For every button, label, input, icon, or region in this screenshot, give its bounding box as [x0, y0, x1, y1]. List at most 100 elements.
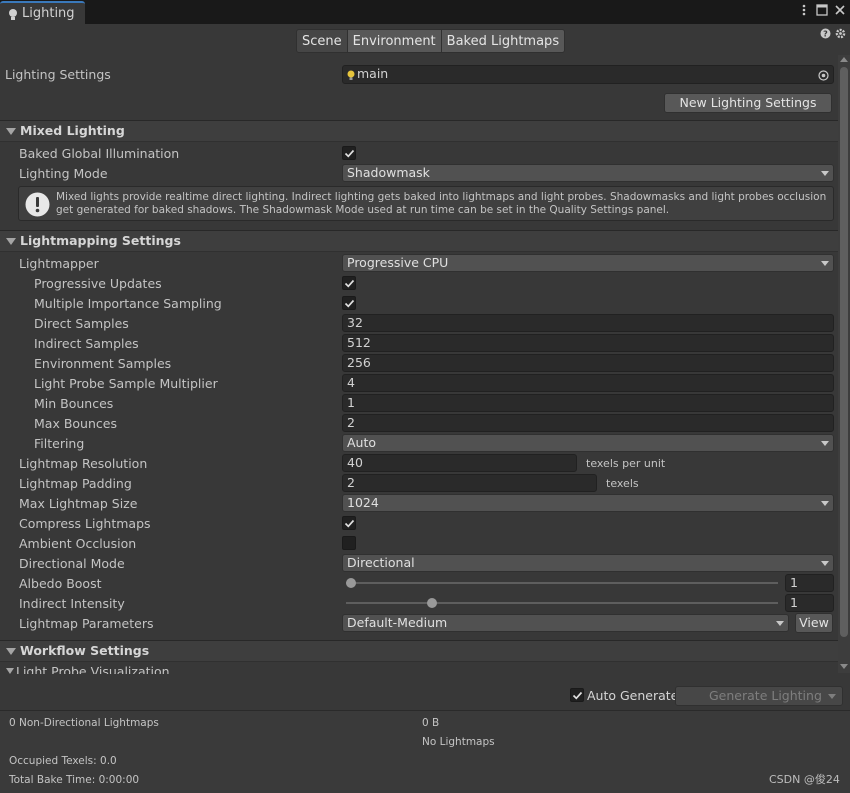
- params-value: Default-Medium: [347, 615, 448, 630]
- probe-mult-input[interactable]: 4: [342, 374, 834, 392]
- max-size-dropdown[interactable]: 1024: [342, 494, 834, 512]
- scroll-down-icon[interactable]: [840, 664, 848, 669]
- max-bounces-input[interactable]: 2: [342, 414, 834, 432]
- chevron-down-icon: [776, 621, 784, 626]
- albedo-slider-track[interactable]: [346, 582, 778, 584]
- tab-environment[interactable]: Environment: [347, 29, 442, 53]
- probe-vis-row-clipped: Light Probe Visualization: [0, 662, 838, 674]
- directional-label: Directional Mode: [19, 556, 125, 571]
- auto-generate-label: Auto Generate: [587, 688, 679, 703]
- non-directional-count: 0 Non-Directional Lightmaps: [9, 717, 159, 729]
- indirect-intensity-slider-track[interactable]: [346, 602, 778, 604]
- progressive-updates-checkbox[interactable]: [342, 276, 356, 290]
- albedo-slider-knob[interactable]: [346, 578, 356, 588]
- mis-checkbox[interactable]: [342, 296, 356, 310]
- lighting-settings-field[interactable]: main: [342, 65, 834, 84]
- indirect-samples-label: Indirect Samples: [34, 336, 139, 351]
- help-icon[interactable]: ?: [820, 28, 831, 39]
- section-mixed-lighting[interactable]: Mixed Lighting: [0, 120, 838, 142]
- new-lighting-settings-button[interactable]: New Lighting Settings: [664, 93, 832, 113]
- padding-unit: texels: [606, 477, 639, 490]
- probe-vis-label[interactable]: Light Probe Visualization: [16, 664, 170, 674]
- info-text: Mixed lights provide realtime direct lig…: [56, 191, 827, 216]
- scrollbar-thumb[interactable]: [840, 67, 848, 637]
- no-lightmaps-text: No Lightmaps: [422, 736, 495, 748]
- directional-dropdown[interactable]: Directional: [342, 554, 834, 572]
- window-tab-lighting[interactable]: Lighting: [0, 1, 85, 24]
- generate-lighting-button[interactable]: Generate Lighting: [675, 686, 843, 706]
- lightbulb-asset-icon: [346, 69, 356, 85]
- max-size-value: 1024: [347, 495, 379, 510]
- lightmapper-label: Lightmapper: [19, 256, 99, 271]
- compress-label: Compress Lightmaps: [19, 516, 151, 531]
- indirect-samples-input[interactable]: 512: [342, 334, 834, 352]
- directional-value: Directional: [347, 555, 415, 570]
- maximize-icon[interactable]: [816, 4, 828, 16]
- foldout-triangle-icon: [6, 128, 16, 135]
- section-title: Lightmapping Settings: [20, 233, 181, 248]
- lighting-mode-dropdown[interactable]: Shadowmask: [342, 164, 834, 182]
- indirect-intensity-slider-knob[interactable]: [427, 598, 438, 608]
- foldout-triangle-icon: [6, 648, 16, 655]
- close-icon[interactable]: [834, 4, 846, 16]
- probe-mult-label: Light Probe Sample Multiplier: [34, 376, 218, 391]
- settings-gear-icon[interactable]: [835, 28, 846, 39]
- lighting-tabs: Scene Environment Baked Lightmaps: [296, 29, 566, 53]
- generate-lighting-label: Generate Lighting: [709, 688, 822, 703]
- indirect-intensity-input[interactable]: 1: [785, 594, 834, 612]
- scroll-up-icon[interactable]: [840, 57, 848, 62]
- ao-label: Ambient Occlusion: [19, 536, 137, 551]
- indirect-intensity-label: Indirect Intensity: [19, 596, 125, 611]
- params-dropdown[interactable]: Default-Medium: [342, 614, 789, 632]
- foldout-triangle-icon: [6, 668, 14, 674]
- baked-gi-checkbox[interactable]: [342, 146, 356, 160]
- direct-samples-label: Direct Samples: [34, 316, 129, 331]
- padding-input[interactable]: 2: [342, 474, 597, 492]
- lightbulb-icon: [7, 8, 19, 21]
- lightmapper-value: Progressive CPU: [347, 255, 449, 270]
- tab-baked-lightmaps[interactable]: Baked Lightmaps: [441, 29, 566, 53]
- resolution-input[interactable]: 40: [342, 454, 577, 472]
- min-bounces-input[interactable]: 1: [342, 394, 834, 412]
- albedo-label: Albedo Boost: [19, 576, 102, 591]
- filtering-dropdown[interactable]: Auto: [342, 434, 834, 452]
- albedo-input[interactable]: 1: [785, 574, 834, 592]
- mixed-lighting-info-box: Mixed lights provide realtime direct lig…: [18, 186, 834, 221]
- section-title: Workflow Settings: [20, 643, 150, 658]
- view-params-button[interactable]: View: [795, 613, 833, 633]
- window-title: Lighting: [22, 6, 75, 21]
- lighting-mode-value: Shadowmask: [347, 165, 430, 180]
- max-size-label: Max Lightmap Size: [19, 496, 138, 511]
- section-lightmapping-settings[interactable]: Lightmapping Settings: [0, 230, 838, 252]
- env-samples-label: Environment Samples: [34, 356, 172, 371]
- lighting-mode-label: Lighting Mode: [19, 166, 108, 181]
- lightmapper-dropdown[interactable]: Progressive CPU: [342, 254, 834, 272]
- window-titlebar: Lighting: [0, 0, 850, 24]
- params-label: Lightmap Parameters: [19, 616, 154, 631]
- filtering-value: Auto: [347, 435, 377, 450]
- svg-text:?: ?: [823, 30, 828, 39]
- more-options-icon[interactable]: [798, 4, 810, 16]
- direct-samples-input[interactable]: 32: [342, 314, 834, 332]
- tab-scene[interactable]: Scene: [296, 29, 348, 53]
- min-bounces-label: Min Bounces: [34, 396, 114, 411]
- env-samples-input[interactable]: 256: [342, 354, 834, 372]
- lighting-settings-value: main: [357, 66, 389, 81]
- mis-label: Multiple Importance Sampling: [34, 296, 222, 311]
- section-workflow-settings[interactable]: Workflow Settings: [0, 640, 838, 662]
- occupied-texels: Occupied Texels: 0.0: [9, 755, 117, 767]
- compress-checkbox[interactable]: [342, 516, 356, 530]
- resolution-unit: texels per unit: [586, 457, 666, 470]
- foldout-triangle-icon: [6, 238, 16, 245]
- chevron-down-icon: [821, 441, 829, 446]
- auto-generate-checkbox[interactable]: [570, 688, 584, 702]
- padding-label: Lightmap Padding: [19, 476, 132, 491]
- vertical-scrollbar[interactable]: [838, 55, 850, 673]
- resolution-label: Lightmap Resolution: [19, 456, 148, 471]
- chevron-down-icon: [821, 561, 829, 566]
- object-picker-icon[interactable]: [818, 69, 829, 85]
- chevron-down-icon: [821, 501, 829, 506]
- ao-checkbox[interactable]: [342, 536, 356, 550]
- baked-gi-label: Baked Global Illumination: [19, 146, 180, 161]
- total-bake-time: Total Bake Time: 0:00:00: [9, 774, 140, 786]
